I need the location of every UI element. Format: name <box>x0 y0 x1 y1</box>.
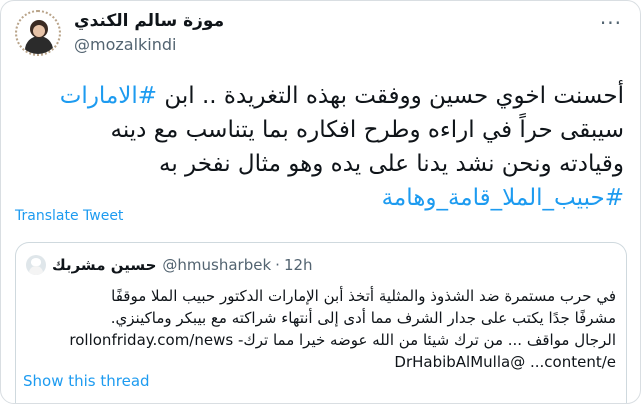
quoted-author-handle: @hmusharbek <box>162 256 272 274</box>
author-avatar[interactable] <box>15 10 61 56</box>
hashtag-link[interactable]: #الامارات <box>60 83 157 109</box>
author-display-name[interactable]: موزة سالم الكندي <box>74 11 224 31</box>
translate-tweet-link[interactable]: Translate Tweet <box>15 208 123 224</box>
quoted-line-1: في حرب مستمرة ضد الشذوذ والمثلية أتخذ أب… <box>111 287 616 305</box>
quoted-tweet-text: في حرب مستمرة ضد الشذوذ والمثلية أتخذ أب… <box>26 285 616 373</box>
quoted-line-2: مشرفًا جدًا يكتب على جدار الشرف مما أدى … <box>110 309 616 327</box>
quoted-line-3: الرجال مواقف ... من ترك شيئا من الله عوض… <box>69 331 616 349</box>
avatar-body <box>25 36 53 54</box>
quoted-tweet-header: حسين مشربك @hmusharbek · 12h <box>26 254 313 276</box>
avatar-face <box>33 25 45 37</box>
quoted-author-avatar <box>26 255 46 275</box>
tweet-line-2: سيبقى حراً في اراءه وطرح افكاره بما يتنا… <box>110 117 624 143</box>
separator-dot: · <box>275 256 280 274</box>
tweet-card[interactable]: موزة سالم الكندي @mozalkindi ··· أحسنت ا… <box>0 0 641 404</box>
tweet-line-1-text: أحسنت اخوي حسين ووفقت بهذه التغريدة .. ا… <box>157 83 624 109</box>
quoted-author-display-name: حسين مشربك <box>52 256 157 274</box>
tweet-line-3: وقيادته ونحن نشد يدنا على يده وهو مثال ن… <box>159 151 624 177</box>
quoted-tweet-time: 12h <box>283 256 313 274</box>
quoted-line-4: content/e...‏ @DrHabibAlMulla <box>394 353 616 371</box>
hashtag-link[interactable]: #حبيب_الملا_قامة_وهامة <box>382 185 624 211</box>
tweet-line-1: أحسنت اخوي حسين ووفقت بهذه التغريدة .. ا… <box>15 79 624 113</box>
more-options-icon[interactable]: ··· <box>600 11 622 35</box>
tweet-text: أحسنت اخوي حسين ووفقت بهذه التغريدة .. ا… <box>15 79 624 215</box>
author-handle[interactable]: @mozalkindi <box>74 35 176 54</box>
show-thread-link[interactable]: Show this thread <box>23 372 150 390</box>
